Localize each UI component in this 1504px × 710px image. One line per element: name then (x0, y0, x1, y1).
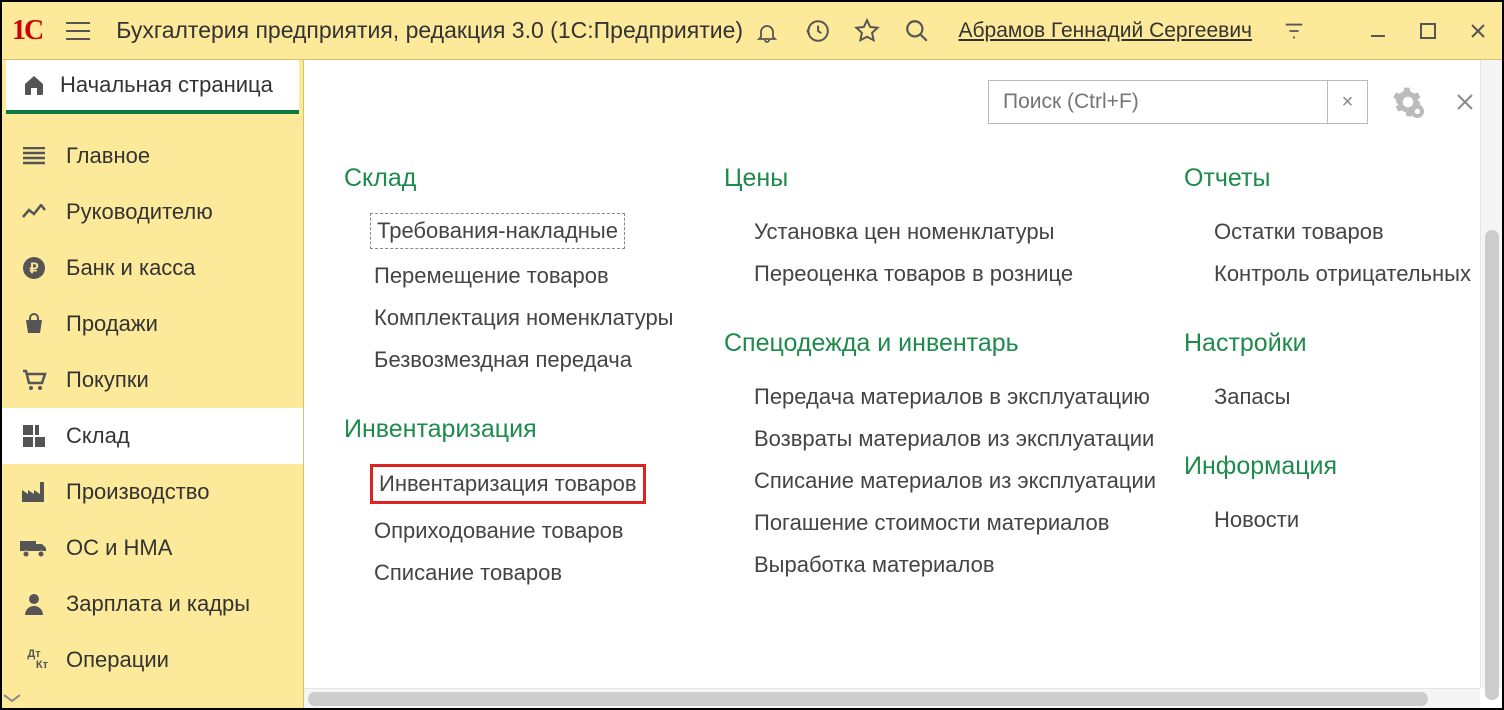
sidebar-item-sales[interactable]: Продажи (2, 296, 303, 352)
section-info: Информация Новости (1184, 452, 1472, 541)
link-stocks[interactable]: Запасы (1184, 376, 1290, 418)
scroll-thumb[interactable] (1485, 230, 1499, 700)
app-logo-icon: 1С (12, 15, 42, 47)
sidebar-item-label: Покупки (66, 367, 149, 393)
search-icon[interactable] (903, 17, 931, 45)
sidebar-item-assets[interactable]: ОС и НМА (2, 520, 303, 576)
link-output-materials[interactable]: Выработка материалов (724, 544, 995, 586)
column-1: Склад Требования-накладные Перемещение т… (344, 164, 714, 698)
sidebar-item-production[interactable]: Производство (2, 464, 303, 520)
content-toolbar: × (304, 60, 1502, 124)
sidebar-item-warehouse[interactable]: Склад (2, 408, 303, 464)
link-goods-writeoff[interactable]: Списание товаров (344, 552, 562, 594)
link-stock-balance[interactable]: Остатки товаров (1184, 211, 1384, 253)
titlebar: 1С Бухгалтерия предприятия, редакция 3.0… (2, 2, 1502, 60)
sidebar-item-label: Главное (66, 143, 150, 169)
truck-icon (20, 534, 48, 562)
close-icon[interactable] (1464, 17, 1492, 45)
sidebar-item-label: ОС и НМА (66, 535, 172, 561)
bag-icon (20, 310, 48, 338)
person-icon (20, 590, 48, 618)
sidebar-item-label: Банк и касса (66, 255, 196, 281)
history-icon[interactable] (803, 17, 831, 45)
sidebar-item-label: Руководителю (66, 199, 213, 225)
titlebar-actions: Абрамов Геннадий Сергеевич (753, 17, 1492, 45)
menu-icon[interactable] (60, 13, 96, 49)
link-assembly[interactable]: Комплектация номенклатуры (344, 297, 674, 339)
home-icon (22, 73, 46, 97)
ruble-icon: ₽ (20, 254, 48, 282)
link-news[interactable]: Новости (1184, 499, 1299, 541)
sidebar-expand-button[interactable] (2, 688, 303, 708)
bell-icon[interactable] (753, 17, 781, 45)
home-tab[interactable]: Начальная страница (6, 60, 299, 114)
sidebar-item-label: Производство (66, 479, 209, 505)
user-name[interactable]: Абрамов Геннадий Сергеевич (959, 19, 1252, 43)
vertical-scrollbar[interactable] (1480, 60, 1502, 688)
link-set-prices[interactable]: Установка цен номенклатуры (724, 211, 1054, 253)
svg-text:₽: ₽ (30, 260, 39, 276)
search-box: × (988, 80, 1368, 124)
section-head: Информация (1184, 452, 1472, 481)
section-head: Спецодежда и инвентарь (724, 329, 1174, 358)
star-icon[interactable] (853, 17, 881, 45)
section-head: Настройки (1184, 329, 1472, 358)
sidebar-item-label: Операции (66, 647, 169, 673)
link-issue-materials[interactable]: Передача материалов в эксплуатацию (724, 376, 1150, 418)
link-negative-control[interactable]: Контроль отрицательных (1184, 253, 1471, 295)
sidebar: Начальная страница Главное Руководителю … (2, 60, 304, 708)
scroll-thumb[interactable] (308, 692, 1428, 706)
sidebar-items: Главное Руководителю ₽ Банк и касса Прод… (2, 114, 303, 688)
link-revalue-retail[interactable]: Переоценка товаров в рознице (724, 253, 1073, 295)
section-columns: Склад Требования-накладные Перемещение т… (304, 124, 1502, 708)
section-reports: Отчеты Остатки товаров Контроль отрицате… (1184, 164, 1472, 295)
horizontal-scrollbar[interactable] (304, 688, 1480, 708)
link-move-goods[interactable]: Перемещение товаров (344, 255, 609, 297)
section-settings: Настройки Запасы (1184, 329, 1472, 418)
section-workwear: Спецодежда и инвентарь Передача материал… (724, 329, 1174, 586)
sidebar-item-purchases[interactable]: Покупки (2, 352, 303, 408)
filter-icon[interactable] (1280, 17, 1308, 45)
sidebar-item-main[interactable]: Главное (2, 128, 303, 184)
maximize-icon[interactable] (1414, 17, 1442, 45)
search-input[interactable] (989, 90, 1327, 114)
content-panel: × Склад Требования-накладные Перемещение… (304, 60, 1502, 708)
link-requirements[interactable]: Требования-накладные (370, 213, 625, 249)
column-2: Цены Установка цен номенклатуры Переоцен… (724, 164, 1174, 698)
link-return-materials[interactable]: Возвраты материалов из эксплуатации (724, 418, 1154, 460)
clear-search-button[interactable]: × (1327, 81, 1367, 123)
sidebar-item-label: Зарплата и кадры (66, 591, 250, 617)
section-inventory: Инвентаризация Инвентаризация товаров Оп… (344, 415, 714, 594)
gear-icon[interactable] (1392, 86, 1424, 118)
sidebar-item-label: Продажи (66, 311, 158, 337)
minimize-icon[interactable] (1364, 17, 1392, 45)
chart-icon (20, 198, 48, 226)
list-icon (20, 142, 48, 170)
sidebar-item-salary[interactable]: Зарплата и кадры (2, 576, 303, 632)
section-head: Склад (344, 164, 714, 193)
sidebar-item-manager[interactable]: Руководителю (2, 184, 303, 240)
main-area: Начальная страница Главное Руководителю … (2, 60, 1502, 708)
factory-icon (20, 478, 48, 506)
section-prices: Цены Установка цен номенклатуры Переоцен… (724, 164, 1174, 295)
sidebar-item-bank[interactable]: ₽ Банк и касса (2, 240, 303, 296)
close-panel-button[interactable] (1456, 93, 1474, 111)
section-head: Отчеты (1184, 164, 1472, 193)
section-warehouse: Склад Требования-накладные Перемещение т… (344, 164, 714, 381)
sidebar-item-operations[interactable]: ДтКт Операции (2, 632, 303, 688)
app-title: Бухгалтерия предприятия, редакция 3.0 (1… (116, 17, 752, 44)
home-label: Начальная страница (60, 72, 273, 98)
boxes-icon (20, 422, 48, 450)
link-goods-inventory[interactable]: Инвентаризация товаров (370, 464, 646, 504)
cart-icon (20, 366, 48, 394)
link-goods-receipt[interactable]: Оприходование товаров (344, 510, 624, 552)
dtKt-icon: ДтКт (20, 646, 48, 674)
sidebar-item-label: Склад (66, 423, 130, 449)
section-head: Инвентаризация (344, 415, 714, 444)
column-3: Отчеты Остатки товаров Контроль отрицате… (1184, 164, 1472, 698)
link-free-transfer[interactable]: Безвозмездная передача (344, 339, 632, 381)
link-repay-materials[interactable]: Погашение стоимости материалов (724, 502, 1109, 544)
section-head: Цены (724, 164, 1174, 193)
link-writeoff-materials[interactable]: Списание материалов из эксплуатации (724, 460, 1156, 502)
